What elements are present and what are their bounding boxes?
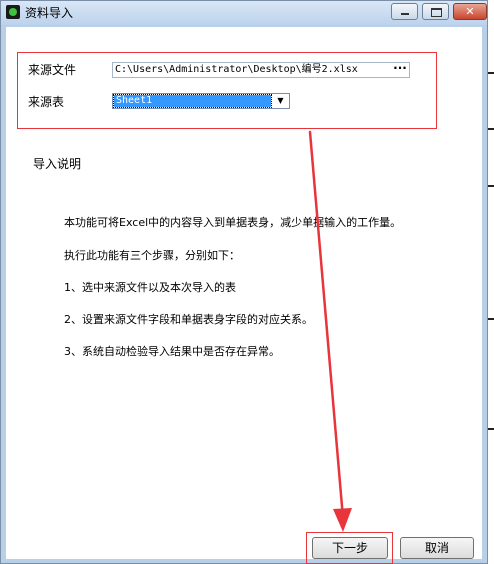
source-file-input[interactable]: C:\Users\Administrator\Desktop\编号2.xlsx <box>112 62 410 78</box>
source-selection-group: 来源文件 C:\Users\Administrator\Desktop\编号2.… <box>17 52 437 129</box>
source-file-label: 来源文件 <box>28 63 77 77</box>
minimize-icon <box>401 13 409 15</box>
cancel-button[interactable]: 取消 <box>400 537 474 559</box>
close-button[interactable]: ✕ <box>453 3 487 20</box>
instructions-title: 导入说明 <box>33 157 82 171</box>
instruction-line: 2、设置来源文件字段和单据表身字段的对应关系。 <box>64 313 313 326</box>
browse-button[interactable]: ··· <box>390 62 410 78</box>
source-sheet-select[interactable]: Sheet1 ▼ <box>112 93 290 109</box>
edge-mark <box>488 428 494 430</box>
instruction-line: 本功能可将Excel中的内容导入到单据表身，减少单据输入的工作量。 <box>64 216 402 229</box>
source-sheet-label: 来源表 <box>28 95 65 109</box>
import-dialog: 资料导入 ✕ 来源文件 C:\Users\Administrator\Deskt… <box>0 0 488 564</box>
edge-mark <box>488 72 494 74</box>
edge-mark <box>488 318 494 320</box>
source-file-path: C:\Users\Administrator\Desktop\编号2.xlsx <box>115 64 358 75</box>
instruction-line: 3、系统自动检验导入结果中是否存在异常。 <box>64 345 280 358</box>
source-sheet-value: Sheet1 <box>113 94 272 108</box>
maximize-icon <box>431 8 442 17</box>
window-title: 资料导入 <box>25 6 74 20</box>
title-bar[interactable]: 资料导入 ✕ <box>1 1 487 25</box>
chevron-down-icon[interactable]: ▼ <box>273 95 288 107</box>
ellipsis-icon: ··· <box>393 61 407 75</box>
instruction-line: 1、选中来源文件以及本次导入的表 <box>64 281 236 294</box>
close-icon: ✕ <box>465 5 475 18</box>
dialog-body: 来源文件 C:\Users\Administrator\Desktop\编号2.… <box>6 27 482 564</box>
app-icon <box>6 5 20 19</box>
instruction-line: 执行此功能有三个步骤，分别如下： <box>64 249 240 262</box>
background-window-edge <box>488 0 494 564</box>
minimize-button[interactable] <box>391 3 418 20</box>
edge-mark <box>488 128 494 130</box>
edge-mark <box>488 185 494 187</box>
maximize-button[interactable] <box>422 3 449 20</box>
next-button[interactable]: 下一步 <box>312 537 388 559</box>
